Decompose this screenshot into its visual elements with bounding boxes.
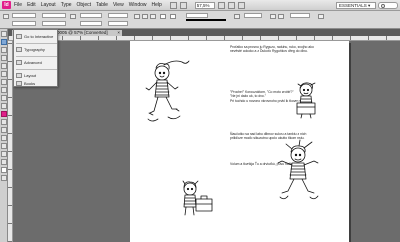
flyout-item[interactable]: Go to Interactive bbox=[16, 33, 57, 40]
stroke-type-sample[interactable] bbox=[186, 19, 226, 21]
menu-help[interactable]: Help bbox=[152, 2, 162, 8]
rotate-icon[interactable] bbox=[134, 14, 140, 19]
control-panel bbox=[0, 11, 400, 29]
tools-panel bbox=[0, 29, 8, 242]
scale-y-field[interactable] bbox=[80, 21, 102, 26]
flyout-item[interactable]: Advanced bbox=[16, 59, 57, 66]
note-tool-icon[interactable] bbox=[1, 135, 7, 141]
zoom-level-field[interactable]: 57,5% bbox=[194, 1, 215, 9]
view-options-icon[interactable] bbox=[217, 1, 225, 9]
flyout-item[interactable]: Layout bbox=[16, 72, 57, 79]
line-tool-icon[interactable] bbox=[1, 71, 7, 77]
width-field[interactable] bbox=[42, 13, 66, 18]
text-frame[interactable]: Ňaučutko sa nad labu dlbnov sukvu a tank… bbox=[230, 132, 342, 141]
fitting-icon[interactable] bbox=[278, 14, 284, 19]
screen-mode-tool-icon[interactable] bbox=[1, 175, 7, 181]
illustration-child-with-suitcase[interactable] bbox=[176, 179, 218, 219]
document-tab-bar: Podzielki_ref_proofi_0005 @ 57% [Convert… bbox=[8, 29, 400, 36]
menu-type[interactable]: Type bbox=[61, 2, 72, 8]
flyout-item[interactable]: Typography bbox=[16, 46, 57, 53]
menu-file[interactable]: File bbox=[14, 2, 22, 8]
height-field[interactable] bbox=[42, 21, 66, 26]
bridge-icon[interactable] bbox=[169, 1, 177, 9]
reference-point-icon[interactable] bbox=[3, 14, 9, 19]
stroke-weight-field[interactable] bbox=[186, 13, 208, 18]
workspace-flyout-panel: Go to Interactive Typography Advanced La… bbox=[13, 29, 58, 87]
scissors-tool-icon[interactable] bbox=[1, 111, 7, 117]
opacity-field[interactable] bbox=[244, 13, 262, 18]
gap-tool-icon[interactable] bbox=[1, 55, 7, 61]
divider bbox=[16, 56, 57, 57]
menu-view[interactable]: View bbox=[113, 2, 124, 8]
text-frame[interactable]: Proťatko sa prosnu ju Ryguzu, raduhu, ru… bbox=[230, 45, 342, 54]
rotate-field[interactable] bbox=[108, 13, 128, 18]
minibridge-icon[interactable] bbox=[179, 1, 187, 9]
menu-layout[interactable]: Layout bbox=[41, 2, 56, 8]
app-logo: Id bbox=[2, 1, 11, 9]
interactive-icon bbox=[16, 34, 22, 39]
illustration-walking-child[interactable] bbox=[144, 59, 202, 131]
menu-bar: Id File Edit Layout Type Object Table Vi… bbox=[0, 0, 400, 11]
advanced-icon bbox=[16, 60, 22, 65]
illustration-child-with-box[interactable] bbox=[290, 81, 322, 119]
arrange-documents-icon[interactable] bbox=[237, 1, 245, 9]
menu-object[interactable]: Object bbox=[77, 2, 91, 8]
text-frame[interactable]: "Proche!" Korouzoktom, "Co moto zrobiť?"… bbox=[230, 90, 342, 103]
stroke-swatch-icon[interactable] bbox=[170, 14, 176, 19]
typography-icon bbox=[16, 47, 22, 52]
columns-field[interactable] bbox=[290, 13, 310, 18]
zoom-tool-icon[interactable] bbox=[1, 159, 7, 165]
menu-edit[interactable]: Edit bbox=[27, 2, 36, 8]
illustration-jumping-child[interactable] bbox=[274, 139, 324, 205]
rectangle-frame-tool-icon[interactable] bbox=[1, 95, 7, 101]
flip-icon[interactable] bbox=[142, 14, 148, 19]
type-tool-icon[interactable] bbox=[1, 63, 7, 69]
search-icon bbox=[381, 4, 385, 8]
menu-window[interactable]: Window bbox=[129, 2, 147, 8]
text-wrap-icon[interactable] bbox=[270, 14, 276, 19]
divider bbox=[16, 43, 57, 44]
effects-icon[interactable] bbox=[234, 14, 240, 19]
x-field[interactable] bbox=[12, 13, 36, 18]
flyout-item[interactable]: Books bbox=[16, 80, 57, 87]
constrain-proportions-icon[interactable] bbox=[70, 14, 76, 19]
fill-stroke-icon[interactable] bbox=[1, 167, 7, 173]
select-container-icon[interactable] bbox=[150, 14, 156, 19]
y-field[interactable] bbox=[12, 21, 36, 26]
shear-field[interactable] bbox=[108, 21, 128, 26]
menu-table[interactable]: Table bbox=[96, 2, 108, 8]
layout-icon bbox=[16, 73, 22, 78]
workspace-switcher[interactable]: ESSENTIALS ▾ bbox=[336, 2, 376, 9]
document-page[interactable]: Proťatko sa prosnu ju Ryguzu, raduhu, ru… bbox=[130, 41, 349, 242]
page-tool-icon[interactable] bbox=[1, 47, 7, 53]
free-transform-tool-icon[interactable] bbox=[1, 119, 7, 125]
pencil-tool-icon[interactable] bbox=[1, 87, 7, 93]
gradient-tool-icon[interactable] bbox=[1, 127, 7, 133]
fill-swatch-icon[interactable] bbox=[160, 14, 166, 19]
eyedropper-tool-icon[interactable] bbox=[1, 143, 7, 149]
direct-selection-tool-icon[interactable] bbox=[1, 39, 7, 45]
books-icon bbox=[16, 81, 22, 86]
hand-tool-icon[interactable] bbox=[1, 151, 7, 157]
rectangle-tool-icon[interactable] bbox=[1, 103, 7, 109]
screen-mode-icon[interactable] bbox=[227, 1, 235, 9]
panel-menu-icon[interactable] bbox=[318, 14, 324, 19]
scale-x-field[interactable] bbox=[80, 13, 102, 18]
divider bbox=[16, 69, 57, 70]
selection-tool-icon[interactable] bbox=[1, 31, 7, 37]
pen-tool-icon[interactable] bbox=[1, 79, 7, 85]
search-input[interactable] bbox=[378, 2, 398, 9]
